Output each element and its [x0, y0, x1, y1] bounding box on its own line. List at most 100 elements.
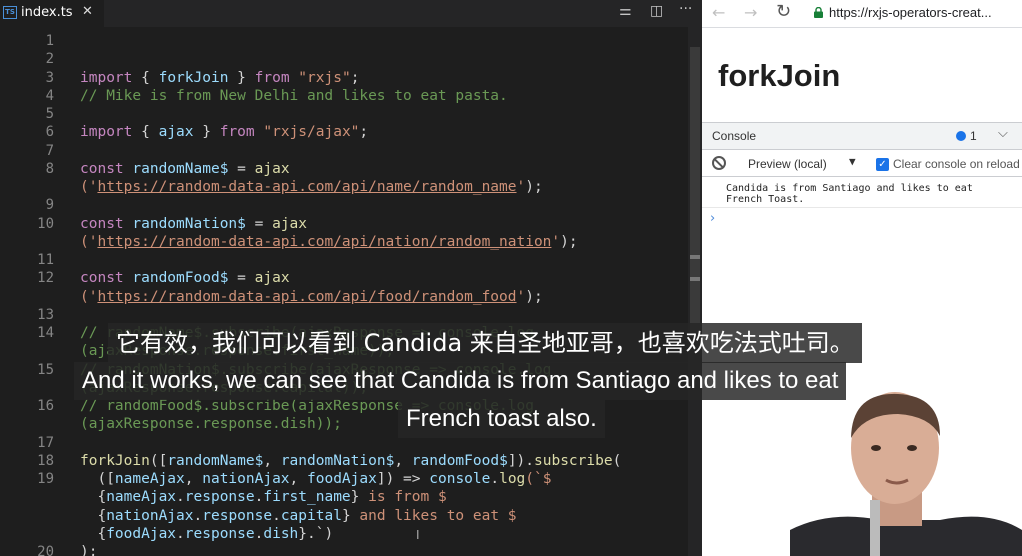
- code-line[interactable]: {foodAjax.response.dish}.`): [80, 525, 333, 543]
- back-icon[interactable]: ←: [712, 3, 725, 22]
- more-actions-icon[interactable]: ···: [679, 1, 692, 17]
- code-token: ,: [263, 452, 281, 469]
- line-number: 17: [37, 434, 54, 451]
- code-line[interactable]: ('https://random-data-api.com/api/food/r…: [80, 288, 543, 306]
- line-number: 18: [37, 452, 54, 469]
- code-token: }: [341, 507, 360, 524]
- code-line[interactable]: forkJoin([randomName$, randomNation$, ra…: [80, 452, 621, 470]
- forward-icon[interactable]: →: [744, 3, 757, 22]
- line-number: 9: [45, 197, 54, 214]
- code-token: randomName$: [167, 452, 264, 469]
- line-number: 20: [37, 544, 54, 556]
- code-line[interactable]: import { ajax } from "rxjs/ajax";: [80, 123, 368, 141]
- code-token: forkJoin: [158, 69, 229, 86]
- code-area[interactable]: import { forkJoin } from "rxjs";// Mike …: [80, 27, 688, 556]
- chevron-down-icon[interactable]: ⌵: [998, 126, 1008, 141]
- subtitle-english-line-1: And it works, we can see that Candida is…: [74, 362, 847, 400]
- scrollbar-marker: [690, 255, 700, 259]
- dropdown-arrow-icon[interactable]: ▼: [849, 155, 856, 168]
- code-line[interactable]: const randomFood$ = ajax: [80, 269, 290, 287]
- tab-console[interactable]: Console: [712, 129, 756, 143]
- console-prompt-icon[interactable]: ›: [710, 211, 715, 226]
- code-token: =: [228, 270, 255, 287]
- info-icon: [956, 131, 966, 141]
- line-number: 7: [45, 142, 54, 159]
- code-token: dish: [263, 525, 299, 542]
- clear-on-reload-checkbox[interactable]: ✓: [876, 158, 889, 171]
- code-line[interactable]: import { forkJoin } from "rxjs";: [80, 69, 359, 87]
- code-line[interactable]: {nameAjax.response.first_name} is from $: [80, 488, 446, 506]
- code-token: );: [560, 233, 578, 250]
- reload-icon[interactable]: ↻: [776, 1, 791, 22]
- code-token: ([: [80, 471, 115, 487]
- code-token: randomNation$: [280, 452, 395, 469]
- typescript-file-icon: TS: [3, 6, 17, 19]
- code-line[interactable]: const randomNation$ = ajax: [80, 215, 307, 233]
- code-token: first_name: [263, 489, 351, 506]
- line-number: 15: [37, 361, 54, 378]
- code-line[interactable]: (ajaxResponse.response.dish));: [80, 415, 342, 433]
- code-token: =: [245, 215, 273, 232]
- code-token: .: [176, 525, 185, 542]
- code-token: (': [80, 288, 98, 305]
- vertical-scrollbar[interactable]: [688, 27, 702, 556]
- code-token: ,: [394, 452, 412, 469]
- code-token: ]) =>: [376, 471, 430, 487]
- toggle-layout-icon[interactable]: ◫: [650, 3, 663, 19]
- code-token: from: [219, 124, 255, 141]
- code-token: ,: [289, 471, 308, 487]
- code-line[interactable]: // Mike is from New Delhi and likes to e…: [80, 87, 508, 105]
- code-line[interactable]: ('https://random-data-api.com/api/nation…: [80, 233, 578, 251]
- line-number: 13: [37, 306, 54, 323]
- split-editor-icon[interactable]: ⚌: [619, 3, 632, 19]
- code-token: "rxjs": [298, 69, 351, 86]
- code-token: .: [490, 471, 500, 487]
- devtools-tab-bar: Console 1 ⌵: [702, 123, 1022, 150]
- code-token: foodAjax: [106, 525, 177, 542]
- code-token: log: [499, 471, 526, 487]
- code-token: .: [272, 507, 281, 524]
- clear-console-icon[interactable]: [712, 156, 726, 170]
- code-token: response: [184, 489, 255, 506]
- code-token: .: [176, 489, 185, 506]
- code-token: ;: [350, 69, 360, 86]
- code-token: (': [80, 233, 98, 250]
- code-token: (': [80, 179, 98, 195]
- presenter-webcam: [790, 392, 1022, 556]
- subtitle-chinese: 它有效，我们可以看到 Candida 来自圣地亚哥，也喜欢吃法式吐司。: [108, 323, 862, 363]
- code-token: ajax: [254, 160, 290, 177]
- code-token: https://random-data-api.com/api/nation/r…: [97, 233, 552, 250]
- code-line[interactable]: {nationAjax.response.capital} and likes …: [80, 507, 516, 525]
- line-number: 5: [45, 106, 54, 122]
- code-token: randomName$: [132, 160, 229, 177]
- code-editor[interactable]: TS index.ts ✕ ⚌ ◫ ··· 1 2 3 4 5 6 7 8 9 10 11 12 13 1…: [0, 0, 702, 556]
- issues-badge[interactable]: 1: [956, 129, 977, 143]
- code-token: https://random-data-api.com/api/food/ran…: [97, 288, 517, 305]
- close-icon[interactable]: ✕: [82, 4, 93, 19]
- code-token: {: [80, 525, 107, 542]
- tab-index-ts[interactable]: TS index.ts ✕: [0, 0, 104, 27]
- code-token: nationAjax: [202, 471, 290, 487]
- url-field[interactable]: https://rxjs-operators-creat...: [829, 5, 992, 20]
- editor-tab-bar: TS index.ts ✕ ⚌ ◫ ···: [0, 0, 702, 27]
- code-token: ;: [359, 124, 369, 141]
- line-number: 2: [45, 51, 54, 68]
- scrollbar-thumb[interactable]: [690, 47, 700, 337]
- code-token: );: [525, 179, 543, 195]
- code-token: console: [429, 471, 491, 487]
- code-line[interactable]: ('https://random-data-api.com/api/name/r…: [80, 178, 543, 196]
- code-line[interactable]: const randomName$ = ajax: [80, 160, 290, 178]
- code-line[interactable]: );: [80, 543, 97, 556]
- code-line[interactable]: ([nameAjax, nationAjax, foodAjax]) => co…: [80, 470, 551, 488]
- code-token: =: [228, 160, 255, 177]
- console-toolbar: Preview (local) ▼ ✓ Clear console on rel…: [702, 151, 1022, 177]
- context-selector[interactable]: Preview (local): [748, 157, 827, 171]
- code-token: ajax: [272, 215, 308, 232]
- code-token: nameAjax: [114, 471, 185, 487]
- code-token: https://random-data-api.com/api/name/ran…: [97, 179, 517, 195]
- code-token: from: [254, 69, 290, 86]
- issue-count: 1: [970, 129, 977, 143]
- console-log-message: Candida is from Santiago and likes to ea…: [726, 183, 973, 205]
- code-token: import: [80, 124, 133, 141]
